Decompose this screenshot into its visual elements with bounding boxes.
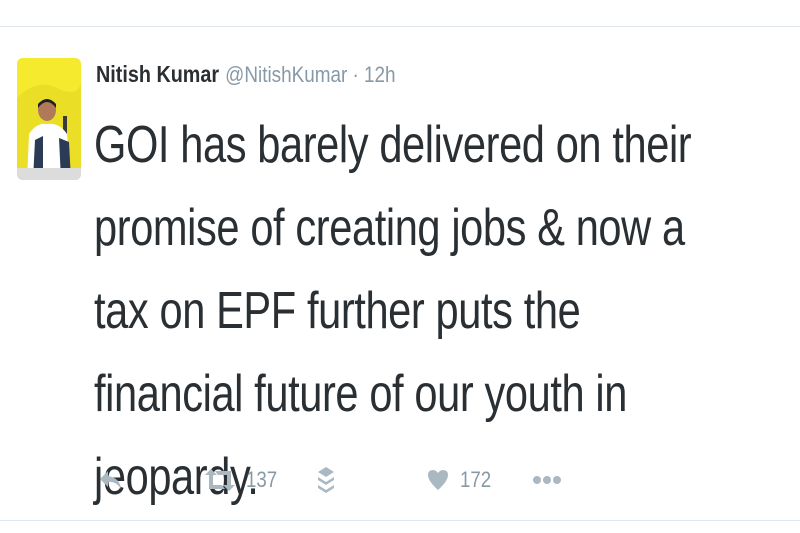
author-name[interactable]: Nitish Kumar xyxy=(96,61,219,88)
tweet-text: GOI has barely delivered on their promis… xyxy=(94,116,692,506)
author-handle[interactable]: @NitishKumar xyxy=(225,62,347,88)
avatar[interactable] xyxy=(17,58,81,180)
tweet-card: Nitish Kumar @NitishKumar · 12h GOI has … xyxy=(0,0,800,533)
retweet-count: 137 xyxy=(246,467,278,492)
timestamp[interactable]: 12h xyxy=(364,62,396,88)
retweet-icon xyxy=(205,469,235,491)
heart-icon xyxy=(428,470,448,490)
more-button[interactable] xyxy=(532,462,562,498)
retweet-button[interactable]: 137 xyxy=(204,462,283,498)
bottom-divider xyxy=(0,520,800,521)
reply-button[interactable] xyxy=(98,462,124,498)
separator-dot: · xyxy=(352,62,359,87)
like-button[interactable]: 172 xyxy=(426,462,497,498)
action-bar: 137 172 xyxy=(96,462,776,498)
like-count: 172 xyxy=(460,467,492,492)
more-icon xyxy=(533,476,561,484)
top-divider xyxy=(0,26,800,27)
avatar-image xyxy=(17,58,81,180)
buffer-icon xyxy=(318,467,334,493)
reply-icon xyxy=(100,471,121,489)
buffer-button[interactable] xyxy=(314,462,338,498)
tweet-header: Nitish Kumar @NitishKumar · 12h xyxy=(96,61,396,91)
